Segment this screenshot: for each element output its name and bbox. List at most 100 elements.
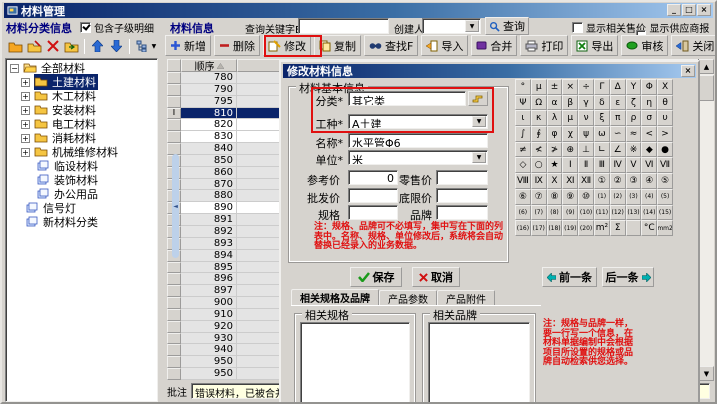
symbol-cell[interactable]: (14) [641, 205, 657, 221]
symbol-cell[interactable]: σ [641, 110, 657, 126]
tree-item-信号灯[interactable]: 信号灯 [6, 201, 157, 215]
cell-order[interactable]: 910 [181, 309, 237, 321]
close-button[interactable]: × [697, 4, 711, 16]
cell-order[interactable]: 894 [181, 250, 237, 262]
symbol-cell[interactable]: (4) [641, 189, 657, 205]
expand-icon[interactable]: + [21, 106, 30, 115]
symbol-cell[interactable]: °C [641, 220, 657, 236]
tree-item-安装材料[interactable]: +安装材料 [6, 103, 157, 117]
symbol-cell[interactable]: Ⅵ [641, 157, 657, 173]
symbol-cell[interactable]: ★ [547, 157, 563, 173]
symbol-cell[interactable]: ∫ [515, 126, 531, 142]
symbol-cell[interactable]: ① [594, 173, 610, 189]
symbol-cell[interactable]: ∠ [610, 142, 626, 158]
chevron-down-icon[interactable]: ▼ [472, 116, 486, 127]
symbol-cell[interactable]: (1) [594, 189, 610, 205]
tree-item-机械维修材料[interactable]: +机械维修材料 [6, 145, 157, 159]
retail-price-input[interactable] [436, 170, 488, 185]
symbol-cell[interactable]: (10) [578, 205, 594, 221]
symbol-cell[interactable]: Σ [610, 220, 626, 236]
cell-order[interactable]: 900 [181, 297, 237, 309]
symbol-cell[interactable]: (13) [626, 205, 642, 221]
chevron-down-icon[interactable]: ▼ [465, 20, 479, 32]
symbol-cell[interactable]: Ⅸ [531, 173, 547, 189]
symbol-cell[interactable]: γ [578, 95, 594, 111]
collapse-icon[interactable]: − [10, 64, 19, 73]
symbol-cell[interactable]: χ [562, 126, 578, 142]
symbol-cell[interactable]: ③ [626, 173, 642, 189]
category-browse-button[interactable] [468, 91, 488, 106]
symbol-cell[interactable] [626, 220, 642, 236]
cell-order[interactable]: 896 [181, 273, 237, 285]
symbol-cell[interactable]: ι [515, 110, 531, 126]
cell-order[interactable]: 840 [181, 143, 237, 155]
symbol-cell[interactable]: ⑩ [578, 189, 594, 205]
symbol-cell[interactable]: ξ [594, 110, 610, 126]
cell-order[interactable]: 780 [181, 72, 237, 84]
symbol-cell[interactable]: (2) [610, 189, 626, 205]
symbol-cell[interactable]: Ⅳ [610, 157, 626, 173]
tree-item-新材料分类[interactable]: 新材料分类 [6, 215, 157, 229]
symbol-cell[interactable]: ※ [626, 142, 642, 158]
symbol-cell[interactable]: ° [515, 79, 531, 95]
table-scrollbar[interactable]: ▲ ▼ [698, 59, 714, 381]
cell-order[interactable]: 830 [181, 131, 237, 143]
symbol-cell[interactable]: ○ [531, 157, 547, 173]
symbol-cell[interactable]: ④ [641, 173, 657, 189]
transfer-folder-button[interactable] [62, 37, 81, 55]
cell-order[interactable]: 892 [181, 226, 237, 238]
symbol-cell[interactable]: ∮ [531, 126, 547, 142]
symbol-cell[interactable]: π [610, 110, 626, 126]
tab-产品附件[interactable]: 产品附件 [437, 290, 495, 305]
toolbar-button-新增[interactable]: 新增 [165, 35, 211, 56]
symbol-cell[interactable]: η [641, 95, 657, 111]
column-header-order[interactable]: 顺序 [181, 59, 237, 72]
cell-order[interactable]: 895 [181, 262, 237, 274]
cell-order[interactable]: 860 [181, 167, 237, 179]
symbol-cell[interactable]: ② [610, 173, 626, 189]
symbol-cell[interactable]: (6) [515, 205, 531, 221]
symbol-cell[interactable]: ≠ [515, 142, 531, 158]
cell-order[interactable]: 950 [181, 368, 237, 380]
symbol-cell[interactable]: Ⅺ [562, 173, 578, 189]
symbol-cell[interactable]: ⑦ [531, 189, 547, 205]
symbol-cell[interactable]: (19) [562, 220, 578, 236]
delete-button[interactable] [44, 37, 63, 55]
minimize-button[interactable]: _ [667, 4, 681, 16]
symbol-cell[interactable]: ν [578, 110, 594, 126]
symbol-cell[interactable]: (7) [531, 205, 547, 221]
tree-item-全部材料[interactable]: −全部材料 [6, 61, 157, 75]
category-input[interactable]: 其它类 [348, 91, 466, 106]
expand-icon[interactable]: + [21, 134, 30, 143]
cell-order[interactable]: 920 [181, 321, 237, 333]
cell-order[interactable]: 880 [181, 190, 237, 202]
symbol-cell[interactable]: φ [547, 126, 563, 142]
cell-order[interactable]: 891 [181, 214, 237, 226]
dialog-title-bar[interactable]: 修改材料信息 [283, 64, 696, 78]
symbol-cell[interactable]: α [547, 95, 563, 111]
symbol-cell[interactable]: Ⅶ [657, 157, 673, 173]
worktype-combo[interactable]: A土建▼ [348, 114, 488, 129]
symbol-cell[interactable]: ● [657, 142, 673, 158]
chevron-down-icon[interactable]: ▼ [472, 152, 486, 163]
symbol-cell[interactable]: ⑧ [547, 189, 563, 205]
symbol-cell[interactable]: Υ [626, 79, 642, 95]
symbol-cell[interactable]: ◆ [641, 142, 657, 158]
symbol-cell[interactable]: μ [562, 110, 578, 126]
symbol-cell[interactable]: (3) [626, 189, 642, 205]
tab-产品参数[interactable]: 产品参数 [379, 290, 437, 305]
name-input[interactable]: 水平管Φ6 [348, 133, 488, 148]
scrollbar-thumb[interactable] [699, 75, 714, 101]
symbol-cell[interactable]: Ⅱ [578, 157, 594, 173]
include-sublevel-checkbox[interactable]: 包含子级明细 [80, 20, 154, 35]
symbol-cell[interactable]: ⊕ [562, 142, 578, 158]
search-input[interactable] [298, 18, 389, 34]
symbol-cell[interactable]: Ⅻ [578, 173, 594, 189]
query-button[interactable]: 查询 [485, 17, 529, 35]
symbol-cell[interactable]: ≯ [547, 142, 563, 158]
toolbar-button-查找F[interactable]: 查找F [364, 35, 418, 56]
tree-view-button[interactable]: ▼ [133, 37, 159, 55]
symbol-cell[interactable]: ρ [626, 110, 642, 126]
symbol-cell[interactable]: Ⅹ [547, 173, 563, 189]
maximize-button[interactable]: □ [682, 4, 696, 16]
